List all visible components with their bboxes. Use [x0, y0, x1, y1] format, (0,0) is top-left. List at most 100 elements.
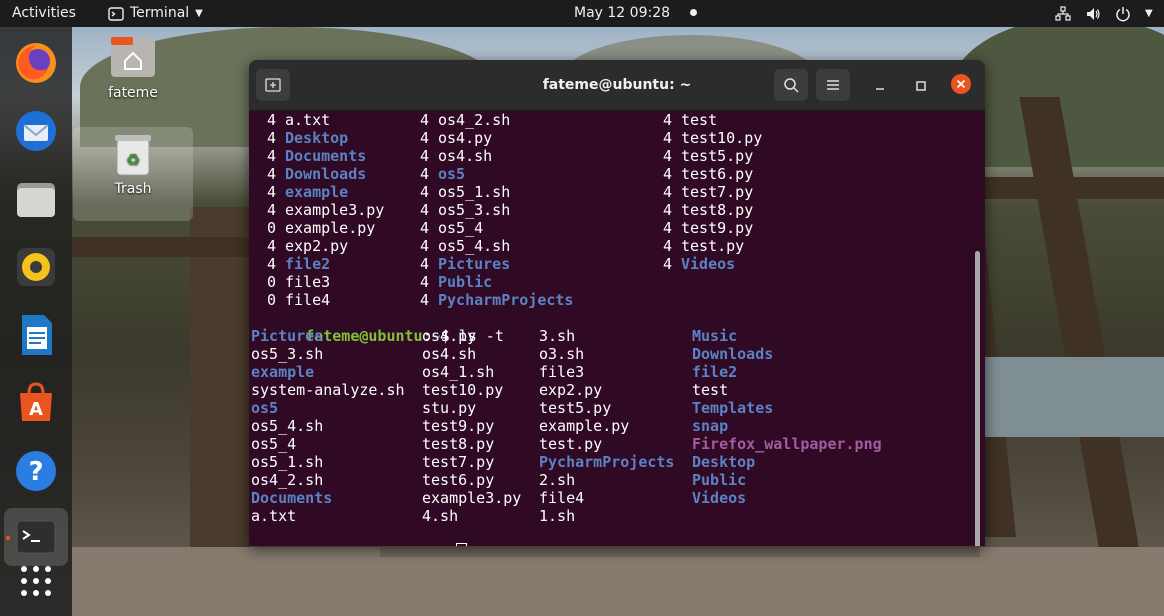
prompt-dollar: $ [441, 544, 450, 546]
file-entry: test7.py [681, 183, 754, 201]
app-menu-label: Terminal [130, 5, 190, 21]
directory-entry: Documents [285, 147, 367, 165]
file-entry: os5_1.sh [438, 183, 511, 201]
maximize-button[interactable] [911, 76, 931, 96]
file-entry: test7.py [422, 453, 495, 471]
file-entry: test10.py [422, 381, 504, 399]
system-tray[interactable]: ▼ [1055, 0, 1153, 27]
dock: A ? [0, 27, 72, 616]
file-size: 4 [267, 255, 277, 273]
file-entry: os5_4.sh [251, 417, 324, 435]
current-prompt-line[interactable]: fateme@ubuntu:~$ [251, 525, 467, 546]
directory-entry: Downloads [285, 165, 367, 183]
file-entry: os5_1.sh [251, 453, 324, 471]
hamburger-icon [827, 80, 839, 90]
file-size: 4 [663, 111, 673, 129]
file-entry: os4.sh [422, 345, 477, 363]
file-size: 4 [420, 273, 430, 291]
directory-entry: Public [438, 273, 493, 291]
file-entry: os4_1.sh [422, 363, 495, 381]
file-size: 4 [663, 201, 673, 219]
menu-button[interactable] [816, 69, 850, 101]
close-button[interactable] [951, 74, 971, 94]
file-size: 4 [663, 165, 673, 183]
directory-entry: os5 [438, 165, 466, 183]
directory-entry: Public [692, 471, 747, 489]
file-entry: exp2.py [539, 381, 603, 399]
file-size: 4 [663, 219, 673, 237]
file-entry: stu.py [422, 399, 477, 417]
scrollbar[interactable] [975, 251, 980, 546]
file-size: 4 [267, 165, 277, 183]
file-size: 4 [420, 183, 430, 201]
file-entry: test9.py [422, 417, 495, 435]
file-size: 4 [267, 201, 277, 219]
activities-button[interactable]: Activities [12, 0, 76, 27]
file-entry: a.txt [285, 111, 331, 129]
close-icon [956, 79, 966, 89]
rhythmbox-icon[interactable] [10, 241, 62, 293]
new-tab-button[interactable] [256, 69, 290, 101]
file-entry: test6.py [422, 471, 495, 489]
file-size: 4 [420, 219, 430, 237]
directory-entry: Templates [692, 399, 774, 417]
files-icon[interactable] [10, 173, 62, 225]
writer-icon[interactable] [10, 309, 62, 361]
file-entry: example.py [285, 219, 376, 237]
file-entry: 3.sh [539, 327, 576, 345]
directory-entry: Downloads [692, 345, 774, 363]
file-entry: os4.sh [438, 147, 493, 165]
running-indicator [6, 536, 10, 540]
software-icon[interactable]: A [10, 377, 62, 429]
file-size: 4 [420, 165, 430, 183]
file-entry: os5_3.sh [438, 201, 511, 219]
file-entry: os5_4 [251, 435, 297, 453]
desktop-trash[interactable]: ♻ Trash [73, 127, 193, 221]
file-entry: file3 [285, 273, 331, 291]
file-size: 4 [420, 237, 430, 255]
thunderbird-icon[interactable] [10, 105, 62, 157]
file-size: 4 [663, 129, 673, 147]
file-entry: os5_3.sh [251, 345, 324, 363]
file-size: 0 [267, 273, 277, 291]
file-size: 0 [267, 291, 277, 309]
app-menu[interactable]: Terminal ▼ [108, 0, 203, 27]
chevron-down-icon: ▼ [1145, 8, 1153, 19]
file-size: 4 [663, 237, 673, 255]
directory-entry: file2 [285, 255, 331, 273]
file-size: 0 [267, 219, 277, 237]
terminal-headerbar[interactable]: fateme@ubuntu: ~ [249, 60, 985, 111]
file-entry: example3.py [285, 201, 385, 219]
terminal-output[interactable]: 4 a.txt 4 Desktop 4 Documents 4 Downloads 4 examp… [249, 111, 985, 546]
home-folder-icon [111, 37, 155, 77]
file-entry: test8.py [422, 435, 495, 453]
search-button[interactable] [774, 69, 808, 101]
directory-entry: snap [692, 417, 729, 435]
minimize-button[interactable] [870, 76, 890, 96]
directory-entry: Pictures [438, 255, 511, 273]
file-entry: os4.py [422, 327, 477, 345]
firefox-icon[interactable] [10, 37, 62, 89]
file-size: 4 [420, 147, 430, 165]
prompt-path: ~ [432, 544, 441, 546]
app-grid-icon[interactable] [10, 555, 62, 607]
file-size: 4 [267, 183, 277, 201]
file-entry: os4_2.sh [251, 471, 324, 489]
minimize-icon [876, 88, 884, 90]
file-entry: test [681, 111, 718, 129]
file-entry: example3.py [422, 489, 522, 507]
file-entry: test.py [539, 435, 603, 453]
home-folder-label: fateme [108, 85, 158, 101]
svg-text:♻: ♻ [126, 150, 140, 169]
desktop-home-folder[interactable]: fateme [73, 35, 193, 101]
directory-entry: example [251, 363, 315, 381]
clock[interactable]: May 12 09:28 [574, 0, 698, 27]
help-icon[interactable]: ? [10, 445, 62, 497]
file-size: 4 [420, 201, 430, 219]
trash-label: Trash [114, 181, 152, 197]
file-entry: example.py [539, 417, 630, 435]
directory-entry: example [285, 183, 349, 201]
terminal-window[interactable]: fateme@ubuntu: ~ 4 a.txt 4 Desktop 4 Doc… [249, 60, 985, 546]
directory-entry: Videos [681, 255, 736, 273]
file-entry: test.py [681, 237, 745, 255]
